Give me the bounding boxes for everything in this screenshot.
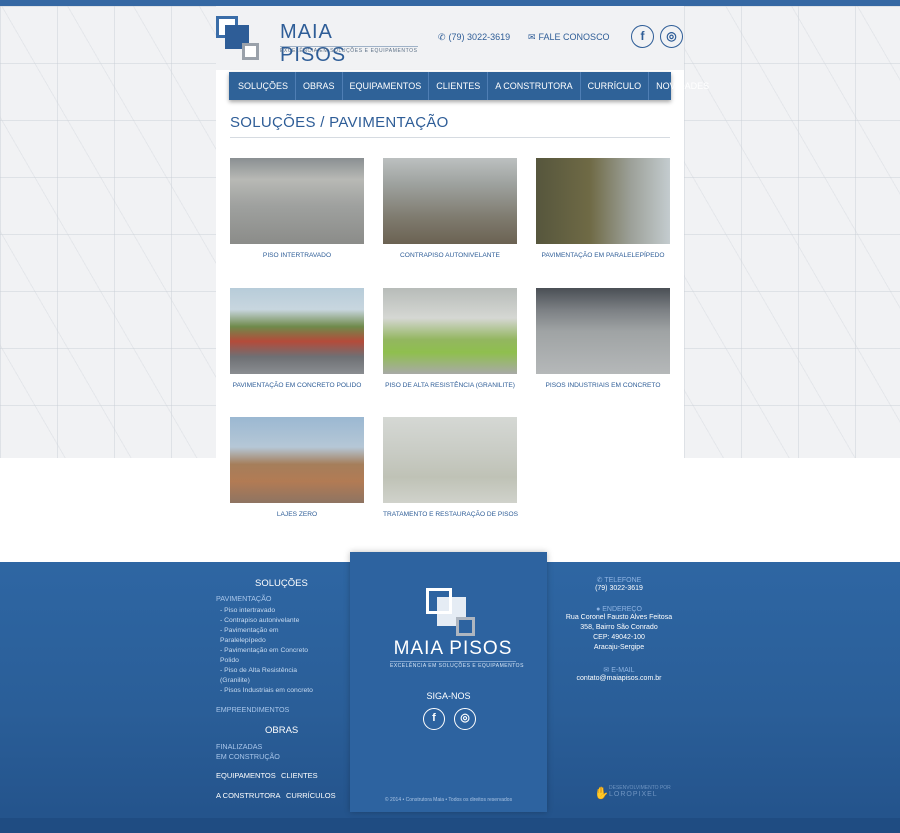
endereco-line: CEP: 49042-100: [593, 634, 645, 641]
gallery-caption[interactable]: PISO INTERTRAVADO: [230, 252, 364, 259]
footer-pavimentacao-link[interactable]: PAVIMENTAÇÃO: [216, 594, 272, 603]
developer-name: LOROPIXEL: [609, 791, 658, 798]
developer-logo-icon: ✋: [594, 786, 609, 800]
footer-brand-tagline: EXCELÊNCIA EM SOLUÇÕES E EQUIPAMENTOS: [390, 661, 524, 669]
gallery-card[interactable]: PISO DE ALTA RESISTÊNCIA (GRANILITE): [383, 288, 517, 389]
brand-tagline: EXCELÊNCIA EM SOLUÇÕES E EQUIPAMENTOS: [280, 46, 418, 54]
footer-clientes-link[interactable]: CLIENTES: [281, 771, 318, 780]
telefone-value[interactable]: (79) 3022-3619: [562, 584, 676, 594]
facebook-icon[interactable]: f: [631, 25, 654, 48]
gallery-caption[interactable]: TRATAMENTO E RESTAURAÇÃO DE PISOS: [383, 511, 518, 518]
footer-brand-name: MAIA PISOS: [393, 638, 513, 659]
footer-sublink[interactable]: - Contrapiso autonivelante: [220, 617, 299, 624]
endereco-line: Aracaju-Sergipe: [593, 644, 645, 651]
footer-obras-heading[interactable]: OBRAS: [265, 725, 298, 736]
gallery-caption[interactable]: CONTRAPISO AUTONIVELANTE: [383, 252, 517, 259]
footer-sublink[interactable]: - Pavimentação em Concreto: [220, 647, 308, 654]
brand-name: MAIA PISOS: [280, 21, 347, 66]
nav-item-construtora[interactable]: A CONSTRUTORA: [488, 72, 581, 100]
footer-sublink[interactable]: - Pavimentação em: [220, 627, 279, 634]
footer-sublink[interactable]: (Granilite): [220, 677, 250, 684]
footer-sublink[interactable]: Paralelepípedo: [220, 637, 266, 644]
gallery-thumbnail[interactable]: [230, 288, 364, 374]
gallery-thumbnail[interactable]: [383, 158, 517, 244]
header-contact-text: FALE CONOSCO: [538, 32, 610, 42]
footer-curriculos-link[interactable]: CURRÍCULOS: [286, 791, 336, 800]
footer-sublink[interactable]: - Piso de Alta Resistência: [220, 667, 297, 674]
copyright-text: © 2014 • Construtora Maia • Todos os dir…: [384, 797, 513, 803]
logo-square-icon: [242, 43, 259, 60]
header-phone[interactable]: ✆ (79) 3022-3619: [438, 32, 510, 43]
gallery-caption[interactable]: PISOS INDUSTRIAIS EM CONCRETO: [536, 382, 670, 389]
gallery-thumbnail[interactable]: [536, 288, 670, 374]
footer-sublink[interactable]: Polido: [220, 657, 239, 664]
telefone-label: TELEFONE: [604, 577, 642, 584]
main-nav: SOLUÇÕES OBRAS EQUIPAMENTOS CLIENTES A C…: [229, 72, 709, 100]
footer-email: ✉ E-MAIL contato@maiapisos.com.br: [562, 666, 676, 684]
nav-item-equipamentos[interactable]: EQUIPAMENTOS: [343, 72, 430, 100]
endereco-line: 358, Bairro São Conrado: [580, 624, 658, 631]
endereco-line: Rua Coronel Fausto Alves Feitosa: [565, 614, 673, 621]
header-contact-link[interactable]: ✉ FALE CONOSCO: [528, 32, 610, 43]
gallery-card[interactable]: TRATAMENTO E RESTAURAÇÃO DE PISOS: [383, 417, 518, 518]
gallery-caption[interactable]: PAVIMENTAÇÃO EM CONCRETO POLIDO: [230, 382, 364, 389]
header-phone-text: (79) 3022-3619: [448, 32, 511, 42]
email-label: E-MAIL: [611, 667, 635, 674]
gallery-card[interactable]: LAJES ZERO: [230, 417, 364, 518]
follow-us-heading: SIGA-NOS: [426, 691, 471, 701]
gallery-thumbnail[interactable]: [230, 417, 364, 503]
email-value[interactable]: contato@maiapisos.com.br: [562, 674, 676, 684]
gallery-caption[interactable]: LAJES ZERO: [230, 511, 364, 518]
gallery-caption[interactable]: PAVIMENTAÇÃO EM PARALELEPÍPEDO: [536, 252, 670, 259]
footer-equipamentos-link[interactable]: EQUIPAMENTOS: [216, 771, 276, 780]
page-title: SOLUÇÕES / PAVIMENTAÇÃO: [230, 114, 449, 131]
footer-construtora-link[interactable]: A CONSTRUTORA: [216, 791, 280, 800]
endereco-label: ENDEREÇO: [602, 606, 642, 613]
gallery-caption[interactable]: PISO DE ALTA RESISTÊNCIA (GRANILITE): [383, 382, 517, 389]
brand-logo[interactable]: MAIA PISOS EXCELÊNCIA EM SOLUÇÕES E EQUI…: [216, 16, 418, 66]
nav-item-clientes[interactable]: CLIENTES: [429, 72, 489, 100]
instagram-icon[interactable]: ◎: [454, 708, 476, 730]
logo-square-icon: [456, 617, 475, 636]
footer-telefone: ✆ TELEFONE (79) 3022-3619: [562, 576, 676, 594]
footer-solucoes-heading[interactable]: SOLUÇÕES: [255, 578, 308, 589]
gallery-card[interactable]: PAVIMENTAÇÃO EM PARALELEPÍPEDO: [536, 158, 670, 259]
nav-item-curriculo[interactable]: CURRÍCULO: [581, 72, 650, 100]
footer-endereco: ● ENDEREÇO Rua Coronel Fausto Alves Feit…: [562, 606, 676, 653]
footer-sublink[interactable]: - Piso intertravado: [220, 607, 275, 614]
instagram-icon[interactable]: ◎: [660, 25, 683, 48]
title-divider: [230, 137, 670, 138]
envelope-icon: ✉: [528, 32, 536, 42]
footer-em-construcao-link[interactable]: EM CONSTRUÇÃO: [216, 752, 280, 761]
footer-empreendimentos-link[interactable]: EMPREENDIMENTOS: [216, 705, 289, 714]
gallery-thumbnail[interactable]: [383, 417, 517, 503]
facebook-icon[interactable]: f: [423, 708, 445, 730]
gallery-card[interactable]: CONTRAPISO AUTONIVELANTE: [383, 158, 517, 259]
gallery-thumbnail[interactable]: [230, 158, 364, 244]
gallery-card[interactable]: PISOS INDUSTRIAIS EM CONCRETO: [536, 288, 670, 389]
nav-item-novidades[interactable]: NOVIDADES: [649, 72, 716, 100]
gallery-card[interactable]: PISO INTERTRAVADO: [230, 158, 364, 259]
nav-item-obras[interactable]: OBRAS: [296, 72, 343, 100]
gallery-thumbnail[interactable]: [536, 158, 670, 244]
footer-finalizadas-link[interactable]: FINALIZADAS: [216, 742, 262, 751]
gallery-thumbnail[interactable]: [383, 288, 517, 374]
footer-sublink[interactable]: - Pisos Industriais em concreto: [220, 687, 313, 694]
gallery-card[interactable]: PAVIMENTAÇÃO EM CONCRETO POLIDO: [230, 288, 364, 389]
footer-bottom-bar: [0, 818, 900, 833]
phone-icon: ✆: [438, 32, 446, 42]
nav-item-solucoes[interactable]: SOLUÇÕES: [229, 72, 297, 100]
